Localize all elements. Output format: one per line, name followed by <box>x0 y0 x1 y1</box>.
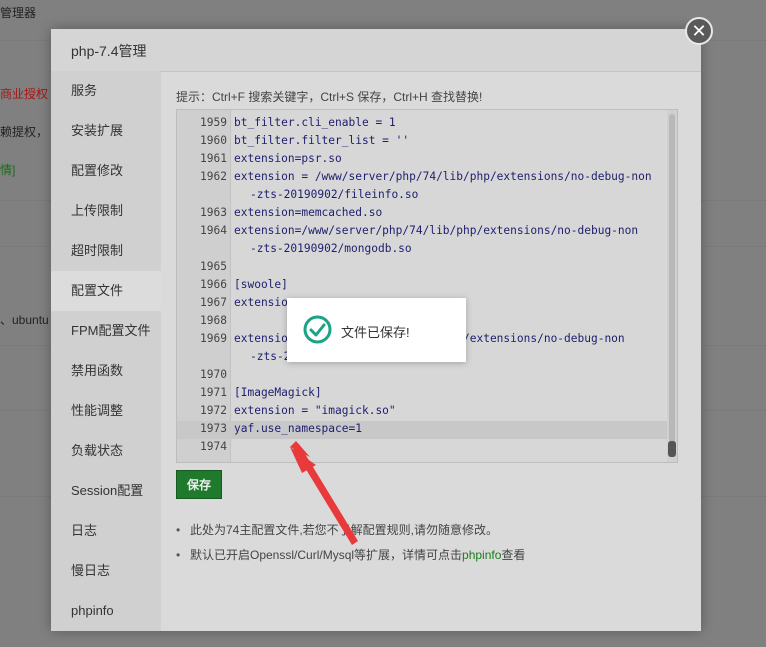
annotation-arrow-icon <box>290 441 358 545</box>
